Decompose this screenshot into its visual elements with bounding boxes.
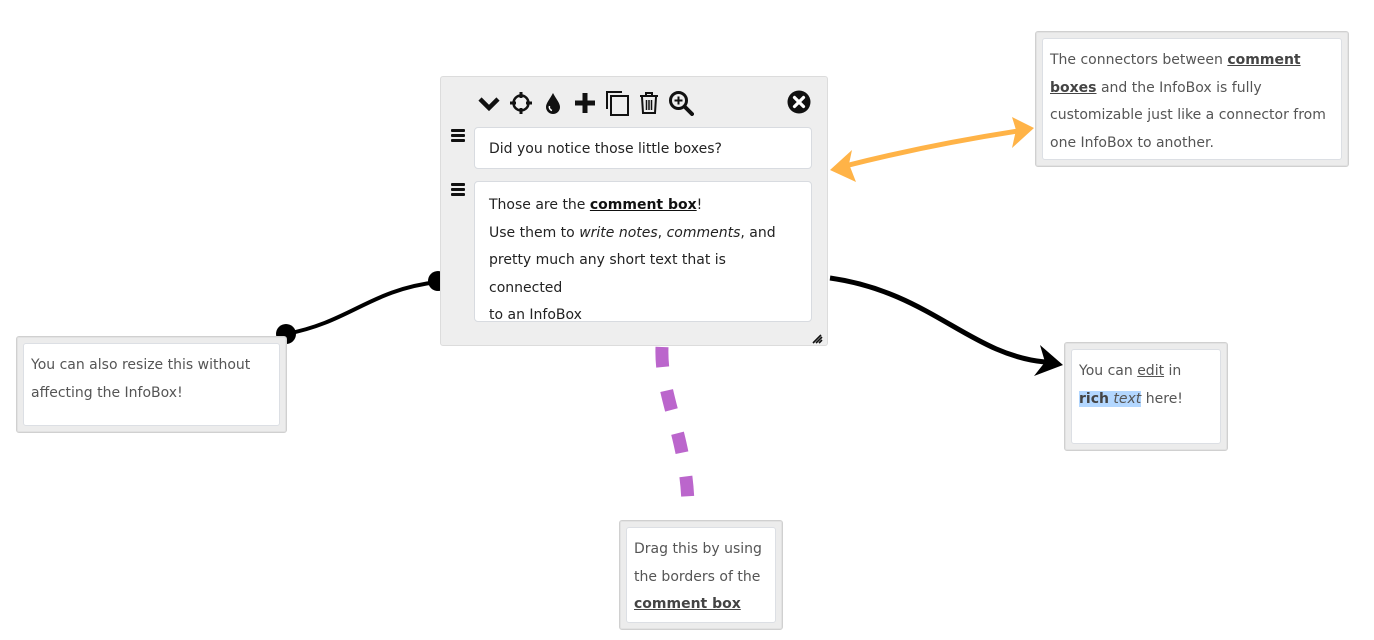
text: You can [1079, 363, 1138, 379]
chevron-down-icon [478, 97, 500, 112]
italic-text: text [1113, 390, 1142, 407]
add-button[interactable] [569, 89, 601, 117]
duplicate-button[interactable] [601, 89, 633, 117]
hamburger-line [451, 188, 465, 191]
bold-link-comment-box: comment box [634, 596, 741, 612]
text: , [657, 224, 667, 241]
arrowhead-black [1034, 345, 1063, 376]
bold-link-comment-box: comment box [589, 197, 697, 213]
text-selection: rich text [1079, 390, 1142, 407]
plus-icon [575, 93, 595, 113]
crosshair-icon [510, 92, 532, 114]
field-text-1[interactable]: Did you notice those little boxes? [474, 127, 812, 169]
hamburger-line [451, 139, 465, 142]
text: The connectors between [1050, 52, 1228, 68]
hamburger-line [451, 134, 465, 137]
italic-text: write notes [579, 224, 658, 241]
zoom-button[interactable] [665, 89, 697, 117]
comment-box-content[interactable]: You can edit in rich text here! [1071, 349, 1221, 444]
comment-box-left[interactable]: You can also resize this without affecti… [16, 336, 287, 433]
resize-grip-icon [812, 334, 823, 344]
field-text-2[interactable]: Those are the comment box! Use them to w… [474, 181, 812, 323]
comment-box-bottom[interactable]: Drag this by using the borders of the co… [619, 520, 783, 630]
text: here! [1141, 390, 1183, 407]
text: in [1164, 363, 1182, 379]
droplet-icon [546, 93, 560, 114]
drag-handle-field2[interactable] [451, 183, 465, 198]
connector-black-right[interactable] [829, 275, 1046, 365]
infobox[interactable]: Did you notice those little boxes? Those… [440, 76, 828, 346]
field2-line3: pretty much any short text that is conne… [489, 252, 726, 296]
color-button[interactable] [537, 89, 569, 117]
text: Drag this by using the borders of the [634, 541, 762, 585]
hamburger-icon [451, 183, 465, 186]
field2-line1: Those are the comment box! [489, 192, 797, 220]
arrowhead-orange-right [1012, 117, 1034, 148]
infobox-toolbar [473, 89, 697, 117]
comment-box-content[interactable]: Drag this by using the borders of the co… [626, 527, 776, 623]
comment-box-top-right[interactable]: The connectors between comment boxes and… [1035, 31, 1349, 167]
underlined-text: edit [1137, 363, 1165, 379]
connector-black-left[interactable] [285, 280, 438, 336]
hamburger-line [451, 193, 465, 196]
text: Use them to [489, 224, 580, 241]
delete-button[interactable] [633, 89, 665, 117]
hamburger-icon [451, 129, 465, 132]
connector-purple[interactable] [655, 346, 695, 521]
close-button[interactable] [787, 90, 811, 114]
collapse-button[interactable] [473, 89, 505, 117]
italic-text: comments [666, 224, 741, 241]
resize-handle[interactable] [811, 329, 823, 344]
comment-box-content[interactable]: The connectors between comment boxes and… [1042, 38, 1342, 160]
locate-button[interactable] [505, 89, 537, 117]
drag-handle-field1[interactable] [451, 129, 465, 144]
field2-line2: Use them to write notes, comments, and [489, 220, 797, 248]
text: Those are the [489, 197, 590, 213]
zoom-in-icon [669, 91, 694, 116]
field2-line4: to an InfoBox [489, 307, 582, 323]
close-circle-icon [787, 90, 811, 114]
comment-box-content[interactable]: You can also resize this without affecti… [23, 343, 280, 426]
arrowhead-orange-left [830, 150, 856, 182]
copy-icon [606, 91, 629, 116]
comment-box-right[interactable]: You can edit in rich text here! [1064, 342, 1228, 451]
bold-text: rich [1079, 390, 1109, 407]
text: , and [740, 224, 776, 241]
text: ! [696, 197, 703, 213]
connector-orange[interactable] [842, 128, 1021, 169]
trash-icon [640, 92, 658, 114]
